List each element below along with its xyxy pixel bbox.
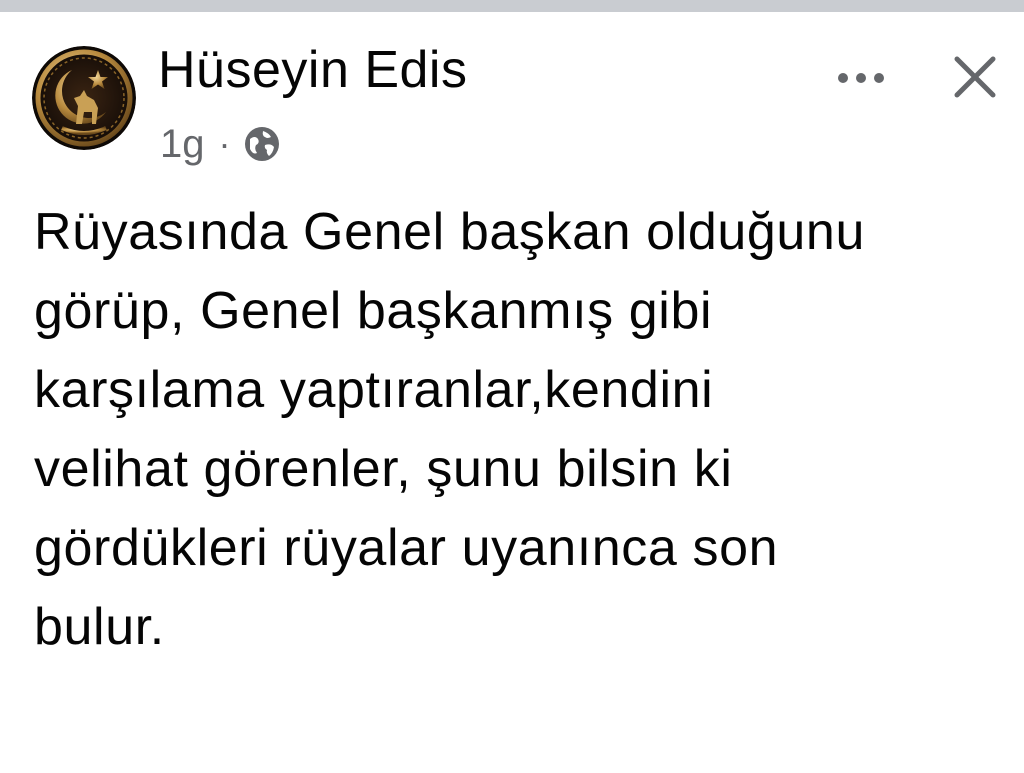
post-body-text: Rüyasında Genel başkan olduğunu görüp, G…: [34, 203, 865, 656]
close-icon: [954, 56, 996, 98]
globe-icon[interactable]: [243, 125, 281, 163]
avatar-emblem-image: [32, 46, 136, 150]
close-button[interactable]: [940, 42, 1010, 112]
post-meta: 1g ·: [160, 122, 281, 166]
post-timestamp[interactable]: 1g: [160, 122, 205, 167]
more-options-icon: [838, 73, 884, 83]
top-divider-bar: [0, 0, 1024, 12]
more-options-button[interactable]: [826, 50, 896, 106]
author-avatar[interactable]: [32, 46, 136, 150]
meta-separator: ·: [218, 123, 231, 164]
author-name[interactable]: Hüseyin Edis: [158, 40, 467, 100]
post-card: Hüseyin Edis 1g · Rüyasında Genel başkan…: [0, 12, 1024, 773]
